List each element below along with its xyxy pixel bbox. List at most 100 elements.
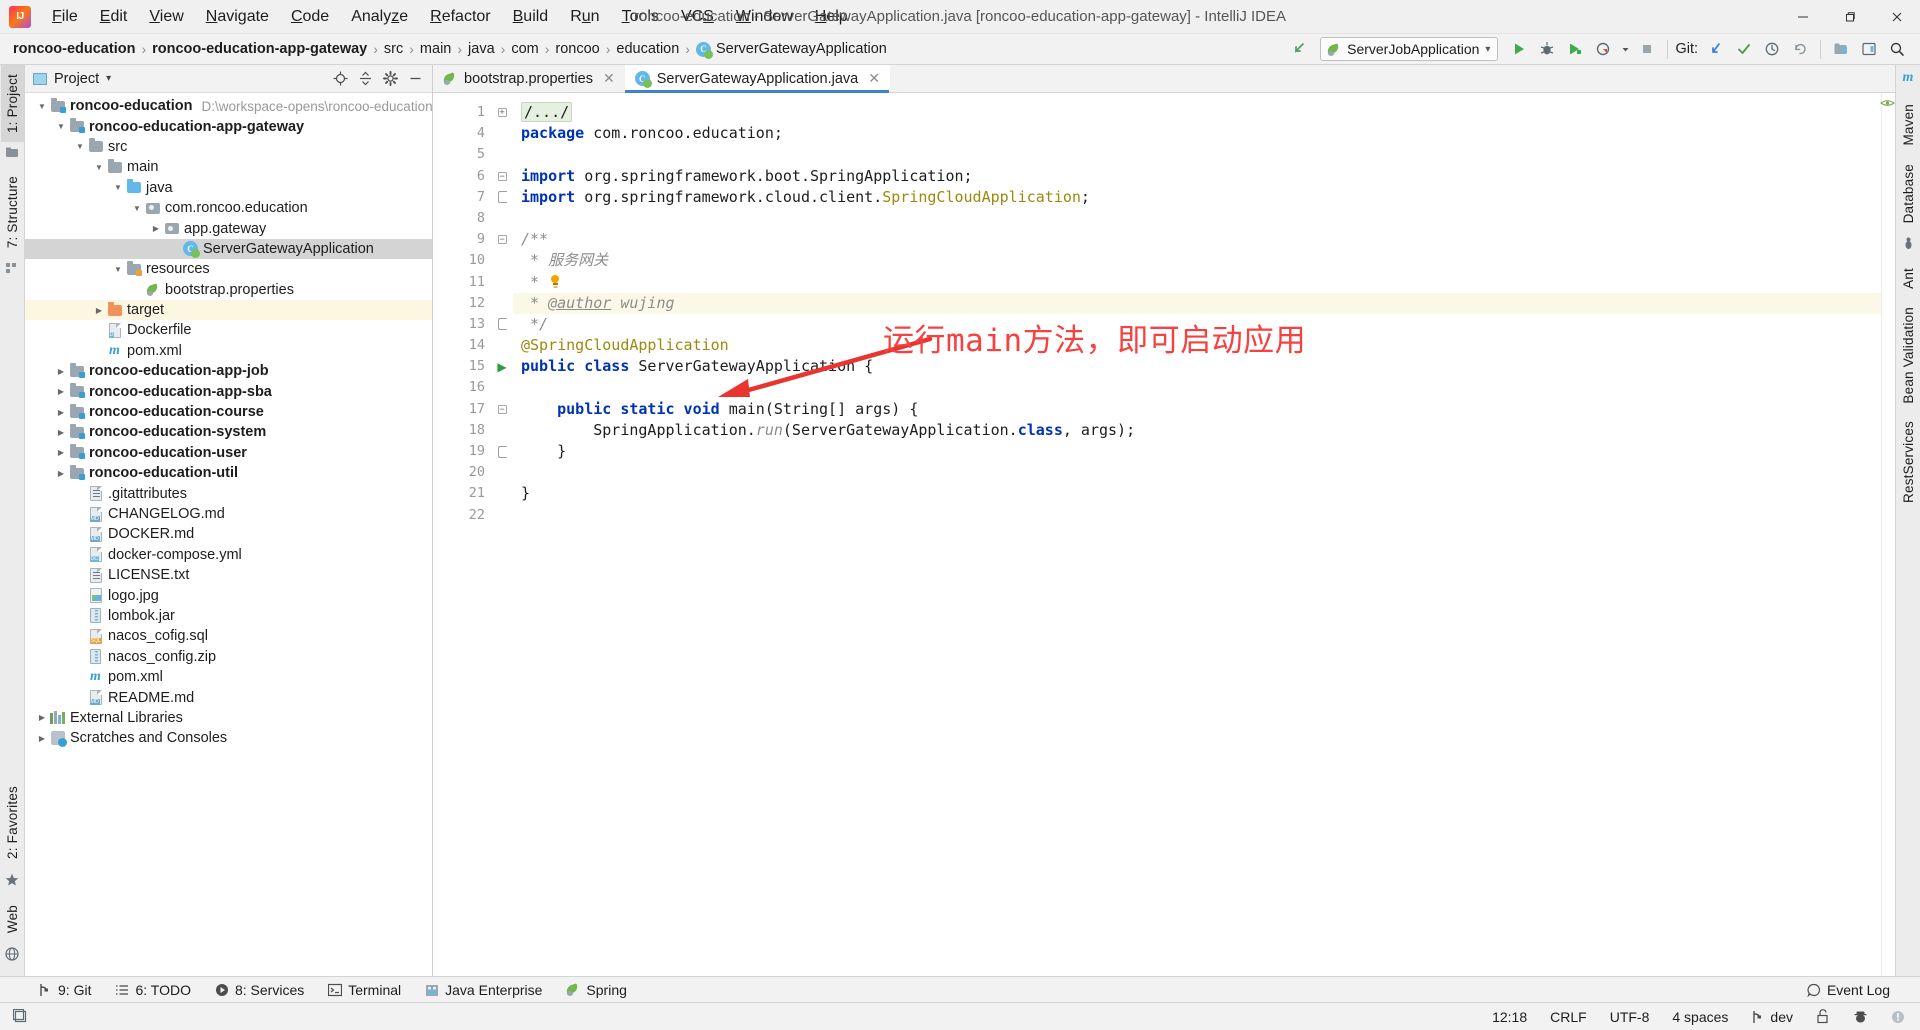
- code-line[interactable]: }: [513, 483, 1881, 504]
- code-line[interactable]: import org.springframework.boot.SpringAp…: [513, 166, 1881, 187]
- chevron-right-icon[interactable]: ▶: [54, 367, 68, 376]
- fold-marker-row[interactable]: [491, 441, 513, 462]
- stop-button[interactable]: [1634, 37, 1660, 61]
- sidebar-tab-maven[interactable]: Maven: [1897, 95, 1920, 155]
- project-panel-title[interactable]: Project ▾: [33, 71, 111, 87]
- sidebar-tab-ant[interactable]: Ant: [1897, 259, 1920, 298]
- fold-marker-row[interactable]: [491, 483, 513, 504]
- tree-node-roncoo-education[interactable]: ▼ roncoo-education D:\workspace-opens\ronc…: [25, 96, 432, 116]
- code-line[interactable]: /.../: [513, 102, 1881, 123]
- tree-node-resources[interactable]: ▼ resources: [25, 259, 432, 279]
- fold-marker-row[interactable]: [491, 505, 513, 526]
- code-line[interactable]: package com.roncoo.education;: [513, 123, 1881, 144]
- run-with-coverage-button[interactable]: [1562, 37, 1588, 61]
- chevron-down-icon[interactable]: ▼: [35, 102, 49, 111]
- tool-window-todo[interactable]: 6: TODO: [103, 980, 203, 1000]
- fold-expand-icon[interactable]: +: [497, 108, 507, 118]
- tool-window-terminal[interactable]: Terminal: [316, 980, 413, 1000]
- chevron-right-icon[interactable]: ▶: [54, 428, 68, 437]
- chevron-right-icon[interactable]: ▶: [54, 387, 68, 396]
- notification-icon[interactable]: [1888, 1009, 1908, 1025]
- menu-analyze[interactable]: Analyze: [340, 5, 419, 29]
- fold-collapse-icon[interactable]: −: [497, 404, 507, 414]
- tree-node-roncoo-education-system[interactable]: ▶ roncoo-education-system: [25, 422, 432, 442]
- fold-marker-row[interactable]: −: [491, 166, 513, 187]
- locate-file-icon[interactable]: [329, 68, 351, 90]
- inspection-eye-icon[interactable]: [1880, 98, 1895, 108]
- chevron-down-icon[interactable]: ▼: [130, 204, 144, 213]
- tree-node-com-roncoo-education[interactable]: ▼ com.roncoo.education: [25, 198, 432, 218]
- git-branch[interactable]: dev: [1748, 1008, 1796, 1026]
- sidebar-tab-project[interactable]: 1: Project: [0, 65, 24, 143]
- editor-marker-strip[interactable]: [1880, 93, 1895, 976]
- code-line[interactable]: [513, 377, 1881, 398]
- fold-marker-row[interactable]: −: [491, 229, 513, 250]
- code-line[interactable]: }: [513, 441, 1881, 462]
- tree-node-app-gateway[interactable]: ▶ app.gateway: [25, 218, 432, 238]
- git-commit-icon[interactable]: [1731, 37, 1757, 61]
- menu-build[interactable]: Build: [502, 5, 560, 29]
- gear-icon[interactable]: [379, 68, 401, 90]
- run-configuration-selector[interactable]: ServerJobApplication ▾: [1320, 37, 1499, 61]
- tree-node-dockerfile[interactable]: D Dockerfile: [25, 320, 432, 340]
- tree-node-roncoo-education-util[interactable]: ▶ roncoo-education-util: [25, 463, 432, 483]
- code-line[interactable]: [513, 144, 1881, 165]
- toggle-tool-windows-icon[interactable]: [10, 1008, 31, 1025]
- back-arrow-icon[interactable]: [1286, 37, 1312, 61]
- tool-window-java-enterprise[interactable]: Java Enterprise: [413, 980, 554, 1000]
- fold-marker-row[interactable]: [491, 187, 513, 208]
- code-line[interactable]: /**: [513, 229, 1881, 250]
- indent-setting[interactable]: 4 spaces: [1669, 1008, 1731, 1026]
- breadcrumb-item-1[interactable]: roncoo-education-app-gateway: [147, 40, 372, 58]
- fold-marker-row[interactable]: [491, 123, 513, 144]
- profiler-button[interactable]: [1590, 37, 1616, 61]
- search-everywhere-icon[interactable]: [1884, 37, 1910, 61]
- tree-node-scratches-and-consoles[interactable]: ▶ Scratches and Consoles: [25, 728, 432, 748]
- fold-marker-row[interactable]: [491, 250, 513, 271]
- menu-view[interactable]: View: [138, 5, 194, 29]
- breadcrumb-item-4[interactable]: java: [463, 40, 500, 58]
- menu-file[interactable]: File: [41, 5, 89, 29]
- code-line[interactable]: * 服务网关: [513, 250, 1881, 271]
- intention-bulb-icon[interactable]: [548, 274, 562, 289]
- collapse-all-icon[interactable]: [354, 68, 376, 90]
- tree-node-changelog-md[interactable]: MD CHANGELOG.md: [25, 504, 432, 524]
- tree-node-license-txt[interactable]: LICENSE.txt: [25, 565, 432, 585]
- fold-marker-row[interactable]: [491, 293, 513, 314]
- fold-marker-row[interactable]: [491, 208, 513, 229]
- fold-marker-row[interactable]: −: [491, 399, 513, 420]
- fold-marker-row[interactable]: [491, 314, 513, 335]
- chevron-down-icon[interactable]: ▼: [54, 122, 68, 131]
- chevron-right-icon[interactable]: ▶: [35, 734, 49, 743]
- project-structure-icon[interactable]: [1828, 37, 1854, 61]
- editor-tab-servergatewayapplication-java[interactable]: C ServerGatewayApplication.java ✕: [624, 65, 890, 93]
- sidebar-tab-web[interactable]: Web: [1, 896, 24, 942]
- git-history-icon[interactable]: [1759, 37, 1785, 61]
- sidebar-tab-favorites[interactable]: 2: Favorites: [1, 777, 24, 868]
- menu-bar[interactable]: File Edit View Navigate Code Analyze Ref…: [41, 5, 859, 29]
- code-line[interactable]: *: [513, 272, 1881, 293]
- tree-node-nacos-config-zip[interactable]: nacos_config.zip: [25, 647, 432, 667]
- tree-node-roncoo-education-user[interactable]: ▶ roncoo-education-user: [25, 443, 432, 463]
- sidebar-tab-database[interactable]: Database: [1897, 155, 1920, 232]
- fold-collapse-icon[interactable]: −: [497, 235, 507, 245]
- breadcrumb-item-5[interactable]: com: [506, 40, 543, 58]
- event-log-button[interactable]: Event Log: [1795, 980, 1902, 1000]
- tree-node-nacos-cofig-sql[interactable]: SQL nacos_cofig.sql: [25, 626, 432, 646]
- tree-node-target[interactable]: ▶ target: [25, 299, 432, 321]
- line-separator[interactable]: CRLF: [1547, 1008, 1590, 1026]
- code-line[interactable]: [513, 505, 1881, 526]
- project-tree[interactable]: ▼ roncoo-education D:\workspace-opens\ronc…: [25, 93, 432, 976]
- code-line[interactable]: SpringApplication.run(ServerGatewayAppli…: [513, 420, 1881, 441]
- tree-node-bootstrap-properties[interactable]: bootstrap.properties: [25, 280, 432, 300]
- inspector-icon[interactable]: [1850, 1008, 1871, 1025]
- tool-window-services[interactable]: 8: Services: [203, 980, 316, 1000]
- menu-refactor[interactable]: Refactor: [419, 5, 501, 29]
- fold-collapse-icon[interactable]: −: [497, 171, 507, 181]
- fold-region-end-icon[interactable]: [497, 318, 507, 331]
- breadcrumb-item-0[interactable]: roncoo-education: [8, 40, 140, 58]
- tree-node-pom-xml[interactable]: m pom.xml: [25, 667, 432, 687]
- tree-node-src[interactable]: ▼ src: [25, 137, 432, 157]
- tree-node-servergatewayapplication[interactable]: C ServerGatewayApplication: [25, 238, 432, 260]
- maximize-button[interactable]: [1826, 0, 1873, 34]
